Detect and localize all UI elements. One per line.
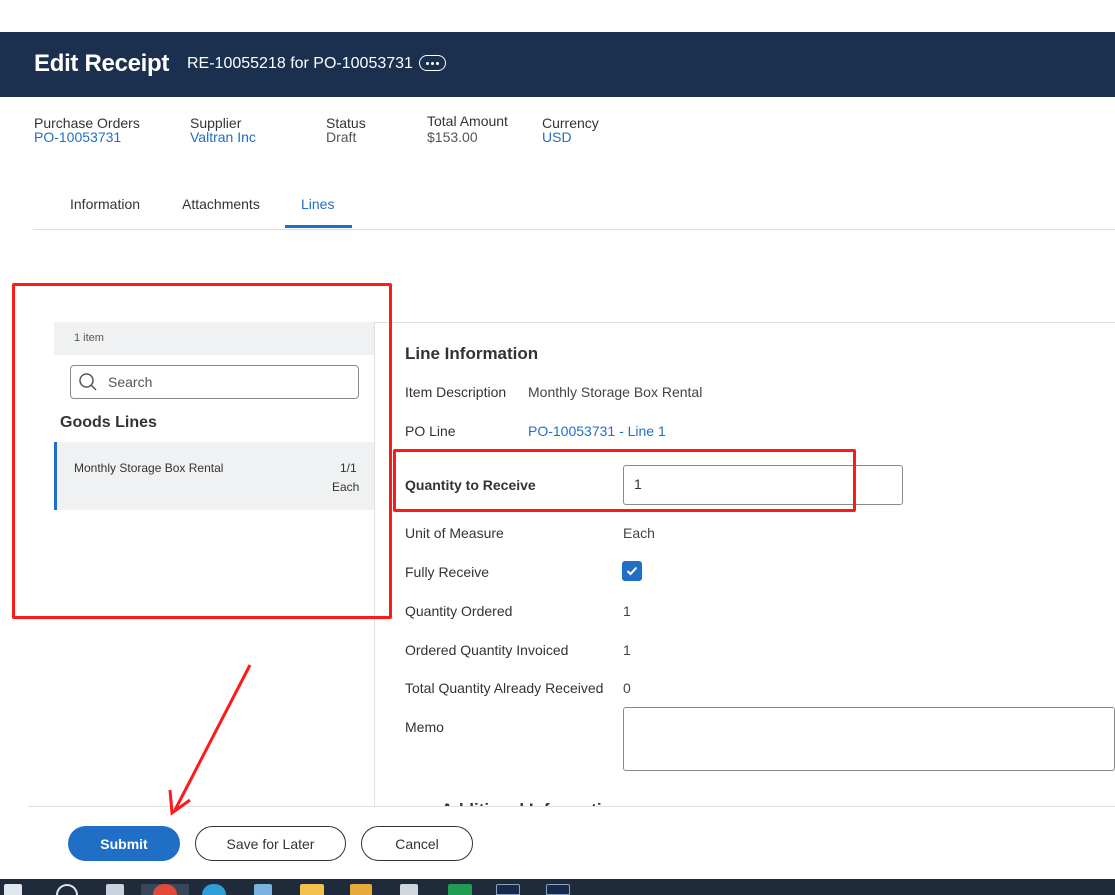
excel-icon[interactable] <box>448 884 472 895</box>
tab-information[interactable]: Information <box>70 196 140 212</box>
fully-receive-checkbox[interactable] <box>622 561 642 581</box>
tab-attachments[interactable]: Attachments <box>182 196 260 212</box>
purchase-orders-link[interactable]: PO-10053731 <box>34 129 121 145</box>
po-line-link[interactable]: PO-10053731 - Line 1 <box>528 423 666 439</box>
save-for-later-button[interactable]: Save for Later <box>195 826 346 861</box>
currency-link[interactable]: USD <box>542 129 572 145</box>
memo-label: Memo <box>405 719 444 735</box>
cancel-button[interactable]: Cancel <box>361 826 473 861</box>
unit-of-measure-label: Unit of Measure <box>405 525 504 541</box>
app-icon[interactable] <box>254 884 272 895</box>
total-quantity-received-value: 0 <box>623 680 631 696</box>
start-icon[interactable] <box>4 884 22 895</box>
checkmark-icon <box>626 566 638 576</box>
tab-lines[interactable]: Lines <box>301 196 334 212</box>
page-subtitle: RE-10055218 for PO-10053731 <box>187 55 413 72</box>
annotation-box-left-panel <box>12 283 392 619</box>
folder-icon[interactable] <box>300 884 324 895</box>
annotation-box-quantity <box>393 449 856 512</box>
line-information-heading: Line Information <box>405 344 539 363</box>
active-tab-indicator <box>285 225 352 228</box>
unit-of-measure-value: Each <box>623 525 655 541</box>
item-description-value: Monthly Storage Box Rental <box>528 384 703 400</box>
page-title: Edit Receipt <box>34 50 170 77</box>
top-strip <box>0 0 1115 32</box>
fully-receive-label: Fully Receive <box>405 564 490 580</box>
total-amount-label: Total Amount <box>427 113 508 129</box>
task-view-icon[interactable] <box>106 884 124 895</box>
po-line-label: PO Line <box>405 423 456 439</box>
content-divider <box>374 322 1115 323</box>
tabs-divider <box>33 229 1115 230</box>
total-quantity-received-label: Total Quantity Already Received <box>405 680 604 696</box>
settings-icon[interactable] <box>400 884 418 895</box>
item-description-label: Item Description <box>405 384 507 400</box>
status-value: Draft <box>326 129 357 145</box>
app-icon-2[interactable] <box>350 884 372 895</box>
app-icon-4[interactable] <box>546 884 570 895</box>
ordered-quantity-invoiced-value: 1 <box>623 642 631 658</box>
supplier-link[interactable]: Valtran Inc <box>190 129 256 145</box>
total-amount-value: $153.00 <box>427 129 478 145</box>
memo-field[interactable] <box>623 707 1115 771</box>
annotation-arrow-icon <box>168 664 252 816</box>
quantity-ordered-label: Quantity Ordered <box>405 603 513 619</box>
ordered-quantity-invoiced-label: Ordered Quantity Invoiced <box>405 642 569 658</box>
app-icon-3[interactable] <box>496 884 520 895</box>
more-actions-icon[interactable] <box>419 55 446 71</box>
submit-button[interactable]: Submit <box>68 826 180 861</box>
quantity-ordered-value: 1 <box>623 603 631 619</box>
